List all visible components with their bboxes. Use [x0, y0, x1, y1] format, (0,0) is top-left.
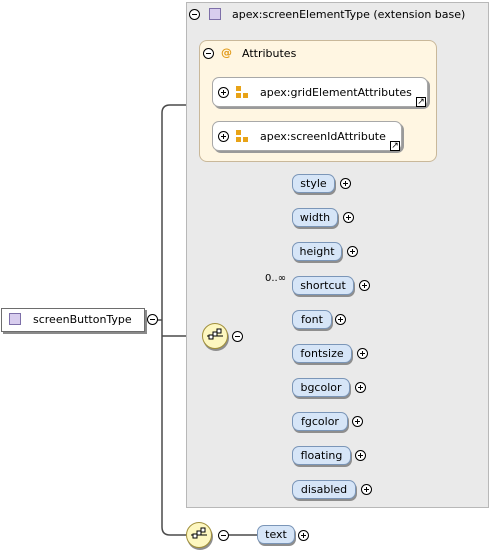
element-fgcolor[interactable]: fgcolor — [292, 412, 348, 431]
element-fontsize[interactable]: fontsize — [292, 344, 352, 363]
element-floating[interactable]: floating — [292, 446, 351, 465]
element-expand-toggle[interactable] — [347, 246, 358, 257]
element-width[interactable]: width — [292, 208, 338, 227]
reference-arrow-icon: ↗ — [390, 141, 400, 151]
element-expand-toggle[interactable] — [361, 484, 372, 495]
sequence-compositor[interactable] — [202, 323, 228, 349]
sequence-icon — [207, 328, 223, 340]
element-expand-toggle[interactable] — [357, 348, 368, 359]
element-expand-toggle[interactable] — [359, 280, 370, 291]
attribute-group-label: apex:gridElementAttributes — [260, 86, 412, 99]
attribute-expand-toggle[interactable] — [218, 131, 229, 142]
attribute-at-icon: @ — [221, 46, 232, 59]
element-style[interactable]: style — [292, 174, 335, 193]
extension-base-title: apex:screenElementType (extension base) — [232, 8, 466, 21]
attributes-label: Attributes — [242, 47, 297, 60]
element-expand-toggle[interactable] — [352, 416, 363, 427]
element-text[interactable]: text — [257, 525, 295, 544]
element-expand-toggle[interactable] — [335, 314, 346, 325]
extension-collapse-toggle[interactable] — [189, 9, 200, 20]
attribute-group-icon — [236, 130, 248, 142]
element-bgcolor[interactable]: bgcolor — [292, 378, 350, 397]
root-element-label: screenButtonType — [33, 313, 132, 326]
element-expand-toggle[interactable] — [340, 178, 351, 189]
element-expand-toggle[interactable] — [355, 450, 366, 461]
sequence-icon — [191, 527, 207, 539]
occurrence-label: 0..∞ — [265, 273, 287, 284]
sequence-collapse-toggle[interactable] — [218, 530, 229, 541]
element-height[interactable]: height — [292, 242, 342, 261]
attribute-group-icon — [236, 86, 248, 98]
sequence-collapse-toggle[interactable] — [232, 331, 243, 342]
reference-arrow-icon: ↗ — [416, 97, 426, 107]
element-font[interactable]: font — [292, 310, 332, 329]
sequence-compositor[interactable] — [186, 522, 212, 548]
root-collapse-toggle[interactable] — [147, 314, 158, 325]
complex-type-icon — [9, 313, 21, 325]
attribute-expand-toggle[interactable] — [218, 87, 229, 98]
attribute-group-label: apex:screenIdAttribute — [260, 130, 386, 143]
element-disabled[interactable]: disabled — [292, 480, 356, 499]
element-expand-toggle[interactable] — [355, 382, 366, 393]
complex-type-icon — [209, 8, 221, 20]
element-shortcut[interactable]: shortcut — [292, 276, 354, 295]
element-expand-toggle[interactable] — [298, 530, 309, 541]
element-expand-toggle[interactable] — [343, 212, 354, 223]
attributes-collapse-toggle[interactable] — [203, 48, 214, 59]
